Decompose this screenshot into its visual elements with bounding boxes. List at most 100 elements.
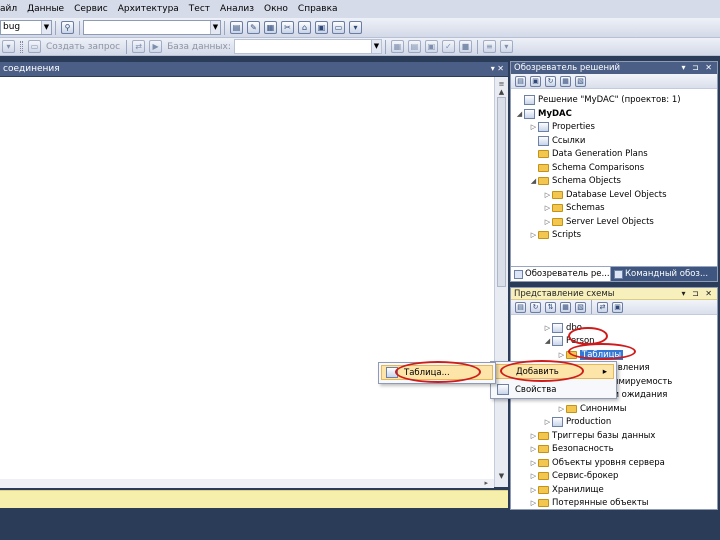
panel-buttons[interactable]: ▾ ⊐ ✕ [681, 288, 714, 300]
tree-item-tables[interactable]: ▷ Таблицы [557, 348, 624, 361]
collapsed-arrow-icon[interactable]: ▷ [557, 351, 566, 359]
chevron-down-icon[interactable]: ▼ [370, 40, 381, 53]
tree-item-database-triggers[interactable]: ▷ Триггеры базы данных [529, 429, 656, 442]
collapsed-arrow-icon[interactable]: ▷ [543, 218, 552, 226]
class-view-icon[interactable]: ▣ [315, 21, 328, 34]
menu-file[interactable]: айл [0, 0, 22, 18]
group-icon[interactable]: ▧ [575, 301, 586, 313]
chevron-down-icon[interactable]: ▼ [210, 21, 220, 34]
tree-item-data-generation-plans[interactable]: Data Generation Plans [529, 147, 648, 160]
collapsed-arrow-icon[interactable]: ▷ [543, 418, 552, 426]
properties-icon[interactable]: ✎ [247, 21, 260, 34]
tree-item-scripts[interactable]: ▷ Scripts [529, 228, 581, 241]
view-dependencies-icon[interactable]: ⇄ [597, 301, 608, 313]
collapsed-arrow-icon[interactable]: ▷ [529, 472, 538, 480]
tree-item-schemas[interactable]: ▷ Schemas [543, 201, 605, 214]
collapsed-arrow-icon[interactable]: ▷ [557, 405, 566, 413]
tree-item-server-level-objects[interactable]: ▷ Server Level Objects [543, 215, 654, 228]
expanded-arrow-icon[interactable]: ◢ [529, 177, 538, 185]
tree-item-orphaned-objects[interactable]: ▷ Потерянные объекты [529, 496, 649, 509]
tree-item-service-broker[interactable]: ▷ Сервис-брокер [529, 469, 619, 482]
configuration-combo[interactable]: bug ▼ [0, 20, 52, 35]
menu-tools[interactable]: Сервис [69, 0, 113, 18]
new-query-button[interactable]: Создать запрос [46, 42, 120, 52]
expanded-arrow-icon[interactable]: ◢ [515, 110, 524, 118]
database-combo[interactable]: ▼ [233, 39, 382, 54]
tree-item-project[interactable]: ◢ MyDAC [515, 107, 572, 120]
collapsed-arrow-icon[interactable]: ▷ [529, 123, 538, 131]
parse-icon[interactable]: ✓ [441, 40, 455, 53]
tree-item-server-objects[interactable]: ▷ Объекты уровня сервера [529, 456, 665, 469]
tree-item-security[interactable]: ▷ Безопасность [529, 442, 614, 455]
tree-item-production[interactable]: ▷ Production [543, 415, 611, 428]
document-editor[interactable] [0, 77, 494, 487]
sort-icon[interactable]: ⇅ [545, 301, 556, 313]
tree-item-dbo[interactable]: ▷ dbo [543, 321, 582, 334]
collapsed-arrow-icon[interactable]: ▷ [529, 231, 538, 239]
tree-item-properties[interactable]: ▷ Properties [529, 120, 595, 133]
filter-icon[interactable]: ▦ [560, 301, 571, 313]
tree-item-storage[interactable]: ▷ Хранилище [529, 483, 604, 496]
change-connection-icon[interactable]: ⇄ [132, 40, 146, 53]
chevron-down-icon[interactable]: ▼ [41, 21, 51, 34]
execute-icon[interactable]: ▶ [149, 40, 163, 53]
tree-item-references[interactable]: Ссылки [529, 134, 585, 147]
find-in-files-icon[interactable]: ⚲ [61, 21, 74, 34]
vertical-scrollbar[interactable]: ≡ ▲ ▼ [494, 77, 508, 487]
tree-item-solution[interactable]: Решение "MyDAC" (проектов: 1) [515, 93, 681, 106]
tree-item-schema-objects[interactable]: ◢ Schema Objects [529, 174, 621, 187]
connect-icon[interactable]: ▾ [2, 40, 15, 53]
new-item-icon[interactable]: ▣ [612, 301, 623, 313]
collapsed-arrow-icon[interactable]: ▷ [543, 324, 552, 332]
stop-icon[interactable]: ■ [458, 40, 472, 53]
expanded-arrow-icon[interactable]: ◢ [543, 337, 552, 345]
menu-data[interactable]: Данные [22, 0, 69, 18]
view-code-icon[interactable]: ▦ [560, 75, 571, 87]
collapsed-arrow-icon[interactable]: ▷ [543, 191, 552, 199]
tree-item-schema-comparisons[interactable]: Schema Comparisons [529, 161, 644, 174]
horizontal-scrollbar[interactable]: ▸ [0, 479, 494, 488]
toolbar-options-icon[interactable]: ▾ [349, 21, 362, 34]
menu-architecture[interactable]: Архитектура [113, 0, 184, 18]
solution-explorer-icon[interactable]: ▤ [230, 21, 243, 34]
new-query-icon[interactable]: ▭ [28, 40, 41, 53]
start-page-icon[interactable]: ⌂ [298, 21, 311, 34]
results-file-icon[interactable]: ▣ [424, 40, 438, 53]
object-browser-icon[interactable]: ▦ [264, 21, 277, 34]
toolbox-icon[interactable]: ✂ [281, 21, 294, 34]
collapsed-arrow-icon[interactable]: ▷ [529, 432, 538, 440]
results-grid-icon[interactable]: ▦ [390, 40, 404, 53]
command-window-icon[interactable]: ▭ [332, 21, 345, 34]
find-combo[interactable]: ▼ [83, 20, 221, 35]
refresh-icon[interactable]: ↻ [530, 301, 541, 313]
toolbar-grip[interactable] [20, 40, 23, 53]
scroll-right-icon[interactable]: ▸ [484, 479, 488, 488]
scroll-thumb[interactable] [497, 97, 506, 287]
scroll-up-icon[interactable]: ▲ [497, 87, 506, 97]
comment-icon[interactable]: ≡ [482, 40, 496, 53]
collapsed-arrow-icon[interactable]: ▷ [529, 459, 538, 467]
menu-window[interactable]: Окно [259, 0, 293, 18]
document-window-buttons[interactable]: ▾ ✕ [491, 62, 504, 76]
tree-item-person[interactable]: ◢ Person [543, 334, 595, 347]
tab-solution-explorer[interactable]: Обозреватель ре... [511, 267, 611, 281]
collapsed-arrow-icon[interactable]: ▷ [529, 445, 538, 453]
results-text-icon[interactable]: ▤ [407, 40, 421, 53]
scroll-down-icon[interactable]: ▼ [497, 471, 506, 481]
collapsed-arrow-icon[interactable]: ▷ [529, 486, 538, 494]
menu-item-table[interactable]: Таблица... [381, 365, 493, 380]
menu-help[interactable]: Справка [293, 0, 343, 18]
tab-team-explorer[interactable]: Командный обоз... [611, 267, 717, 281]
menu-item-properties[interactable]: Свойства [493, 382, 614, 397]
menu-test[interactable]: Тест [184, 0, 215, 18]
collapsed-arrow-icon[interactable]: ▷ [543, 204, 552, 212]
panel-buttons[interactable]: ▾ ⊐ ✕ [681, 62, 714, 74]
show-all-files-icon[interactable]: ▣ [530, 75, 541, 87]
menu-item-add[interactable]: Добавить ▸ [493, 364, 614, 379]
refresh-icon[interactable]: ↻ [545, 75, 556, 87]
view-designer-icon[interactable]: ▧ [575, 75, 586, 87]
properties-icon[interactable]: ▤ [515, 301, 526, 313]
properties-icon[interactable]: ▤ [515, 75, 526, 87]
collapsed-arrow-icon[interactable]: ▷ [529, 499, 538, 507]
toolbar-options-icon[interactable]: ▾ [499, 40, 513, 53]
